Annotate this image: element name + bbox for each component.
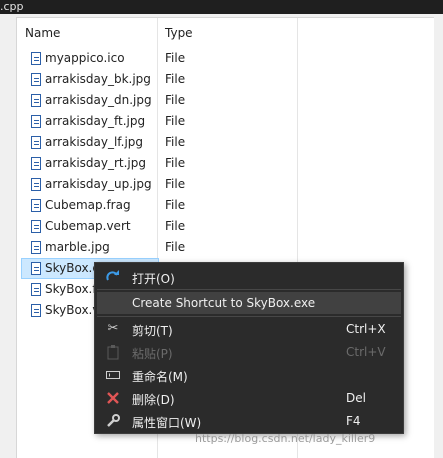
menu-item-paste[interactable]: 粘贴(P) Ctrl+V [97, 341, 401, 363]
watermark: https://blog.csdn.net/lady_killer9 [195, 432, 376, 445]
file-icon [31, 136, 41, 149]
file-name: Cubemap.frag [45, 198, 131, 212]
file-name: arrakisday_rt.jpg [45, 156, 146, 170]
menu-item-properties[interactable]: 属性窗口(W) F4 [97, 410, 401, 432]
file-row[interactable]: arrakisday_rt.jpg File [17, 153, 434, 174]
menu-item-label: 删除(D) [132, 393, 175, 407]
menu-item-open[interactable]: 打开(O) [97, 266, 401, 288]
file-icon [31, 178, 41, 191]
file-row[interactable]: arrakisday_bk.jpg File [17, 69, 434, 90]
context-menu: 打开(O) Create Shortcut to SkyBox.exe ✂ 剪切… [94, 262, 404, 434]
file-name: Cubemap.vert [45, 219, 131, 233]
file-icon [31, 304, 41, 317]
menu-item-label: 重命名(M) [132, 370, 188, 384]
file-type: File [165, 219, 186, 233]
screen: .cpp Name Type myappico.ico File arrakis… [0, 0, 443, 458]
file-type: File [165, 93, 186, 107]
file-name-cell[interactable]: marble.jpg [21, 237, 159, 258]
menu-item-label: Create Shortcut to SkyBox.exe [132, 296, 316, 310]
file-icon [31, 52, 41, 65]
menu-item-shortcut: Ctrl+X [346, 322, 386, 336]
file-type: File [165, 240, 186, 254]
file-name: myappico.ico [45, 51, 125, 65]
file-row[interactable]: arrakisday_up.jpg File [17, 174, 434, 195]
file-name: arrakisday_bk.jpg [45, 72, 151, 86]
menu-item-shortcut: Ctrl+V [346, 345, 386, 359]
title-strip: .cpp [0, 0, 443, 14]
menu-item-label: 打开(O) [132, 272, 175, 286]
file-name-cell[interactable]: Cubemap.frag [21, 195, 159, 216]
file-name-cell[interactable]: arrakisday_ft.jpg [21, 111, 159, 132]
title-fragment: .cpp [0, 0, 24, 13]
file-name-cell[interactable]: arrakisday_rt.jpg [21, 153, 159, 174]
scissors-icon: ✂ [107, 321, 119, 336]
file-row[interactable]: myappico.ico File [17, 48, 434, 69]
file-icon [31, 94, 41, 107]
menu-item-label: 属性窗口(W) [132, 416, 202, 430]
rename-icon [105, 367, 121, 383]
file-row[interactable]: marble.jpg File [17, 237, 434, 258]
file-type: File [165, 51, 186, 65]
paste-icon [105, 344, 121, 360]
menu-item-shortcut: Del [346, 391, 366, 405]
file-icon [31, 199, 41, 212]
file-name-cell[interactable]: arrakisday_dn.jpg [21, 90, 159, 111]
file-icon [31, 115, 41, 128]
wrench-icon [105, 413, 121, 429]
menu-item-delete[interactable]: 删除(D) Del [97, 387, 401, 409]
file-type: File [165, 114, 186, 128]
file-row[interactable]: arrakisday_ft.jpg File [17, 111, 434, 132]
menu-separator [97, 316, 401, 317]
file-row[interactable]: Cubemap.frag File [17, 195, 434, 216]
file-type: File [165, 198, 186, 212]
file-icon [31, 262, 41, 275]
menu-item-shortcut: F4 [346, 414, 361, 428]
file-type: File [165, 156, 186, 170]
file-type: File [165, 177, 186, 191]
menu-item-create-shortcut[interactable]: Create Shortcut to SkyBox.exe [97, 292, 401, 314]
open-arrow-icon [105, 269, 121, 285]
menu-item-label: 粘贴(P) [132, 347, 173, 361]
file-row[interactable]: arrakisday_dn.jpg File [17, 90, 434, 111]
file-name: arrakisday_dn.jpg [45, 93, 152, 107]
file-type: File [165, 135, 186, 149]
file-name: arrakisday_up.jpg [45, 177, 152, 191]
delete-x-icon [105, 390, 121, 406]
file-row[interactable]: Cubemap.vert File [17, 216, 434, 237]
menu-item-cut[interactable]: ✂ 剪切(T) Ctrl+X [97, 318, 401, 340]
file-icon [31, 220, 41, 233]
menu-item-label: 剪切(T) [132, 324, 173, 338]
file-icon [31, 241, 41, 254]
file-name: arrakisday_ft.jpg [45, 114, 146, 128]
column-header-name[interactable]: Name [25, 26, 60, 40]
file-name-cell[interactable]: arrakisday_up.jpg [21, 174, 159, 195]
file-type: File [165, 72, 186, 86]
file-name: arrakisday_lf.jpg [45, 135, 144, 149]
file-name-cell[interactable]: Cubemap.vert [21, 216, 159, 237]
file-icon [31, 283, 41, 296]
menu-item-rename[interactable]: 重命名(M) [97, 364, 401, 386]
file-row[interactable]: arrakisday_lf.jpg File [17, 132, 434, 153]
file-name-cell[interactable]: myappico.ico [21, 48, 159, 69]
file-name-cell[interactable]: arrakisday_lf.jpg [21, 132, 159, 153]
file-icon [31, 157, 41, 170]
file-name-cell[interactable]: arrakisday_bk.jpg [21, 69, 159, 90]
file-name: marble.jpg [45, 240, 110, 254]
file-icon [31, 73, 41, 86]
menu-separator [97, 289, 401, 290]
column-header-type[interactable]: Type [165, 26, 193, 40]
